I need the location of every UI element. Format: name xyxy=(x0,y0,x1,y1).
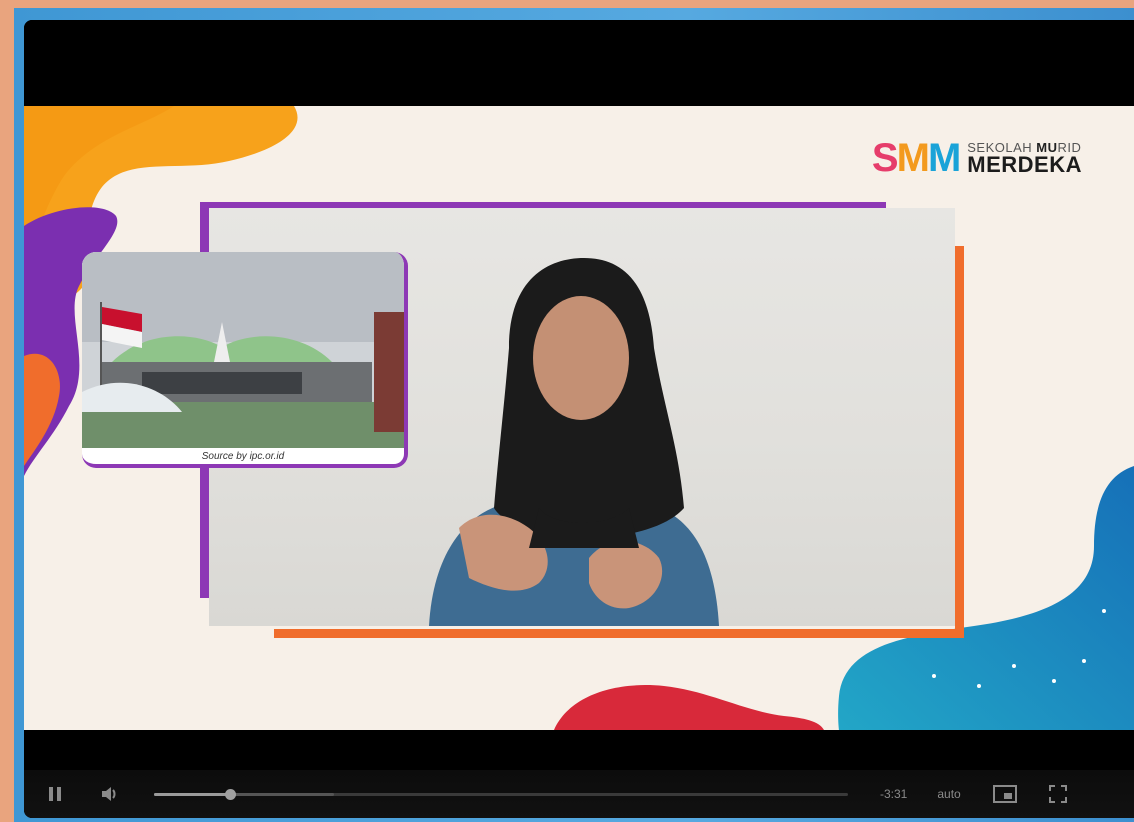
smm-logo: S M M SEKOLAH MURID MERDEKA xyxy=(872,138,1082,178)
quality-selector[interactable]: auto xyxy=(937,787,960,801)
source-caption: Source by ipc.or.id xyxy=(201,451,285,462)
video-player[interactable]: S M M SEKOLAH MURID MERDEKA Source by ip… xyxy=(24,20,1134,818)
time-remaining: -3:31 xyxy=(880,787,908,801)
logo-text: SEKOLAH MURID MERDEKA xyxy=(967,141,1082,176)
letterbox-top xyxy=(24,20,1134,106)
logo-letter-s: S xyxy=(871,136,899,180)
logo-mark: S M M xyxy=(871,136,961,180)
logo-letter-m1: M xyxy=(896,136,930,180)
pause-icon[interactable] xyxy=(34,770,76,818)
player-controls: -3:31 auto xyxy=(24,770,1134,818)
progress-bar[interactable] xyxy=(154,786,848,802)
video-frame[interactable]: S M M SEKOLAH MURID MERDEKA Source by ip… xyxy=(24,106,1134,730)
source-image-card: Source by ipc.or.id xyxy=(82,252,408,468)
parliament-building-photo xyxy=(82,252,404,448)
progress-played xyxy=(154,793,231,796)
red-blob xyxy=(554,685,824,730)
logo-line2: MERDEKA xyxy=(967,151,1082,177)
fullscreen-icon[interactable] xyxy=(1043,778,1073,810)
volume-icon[interactable] xyxy=(90,770,130,818)
logo-letter-m2: M xyxy=(927,136,961,180)
picture-in-picture-icon[interactable] xyxy=(989,778,1021,810)
progress-thumb[interactable] xyxy=(225,789,237,800)
